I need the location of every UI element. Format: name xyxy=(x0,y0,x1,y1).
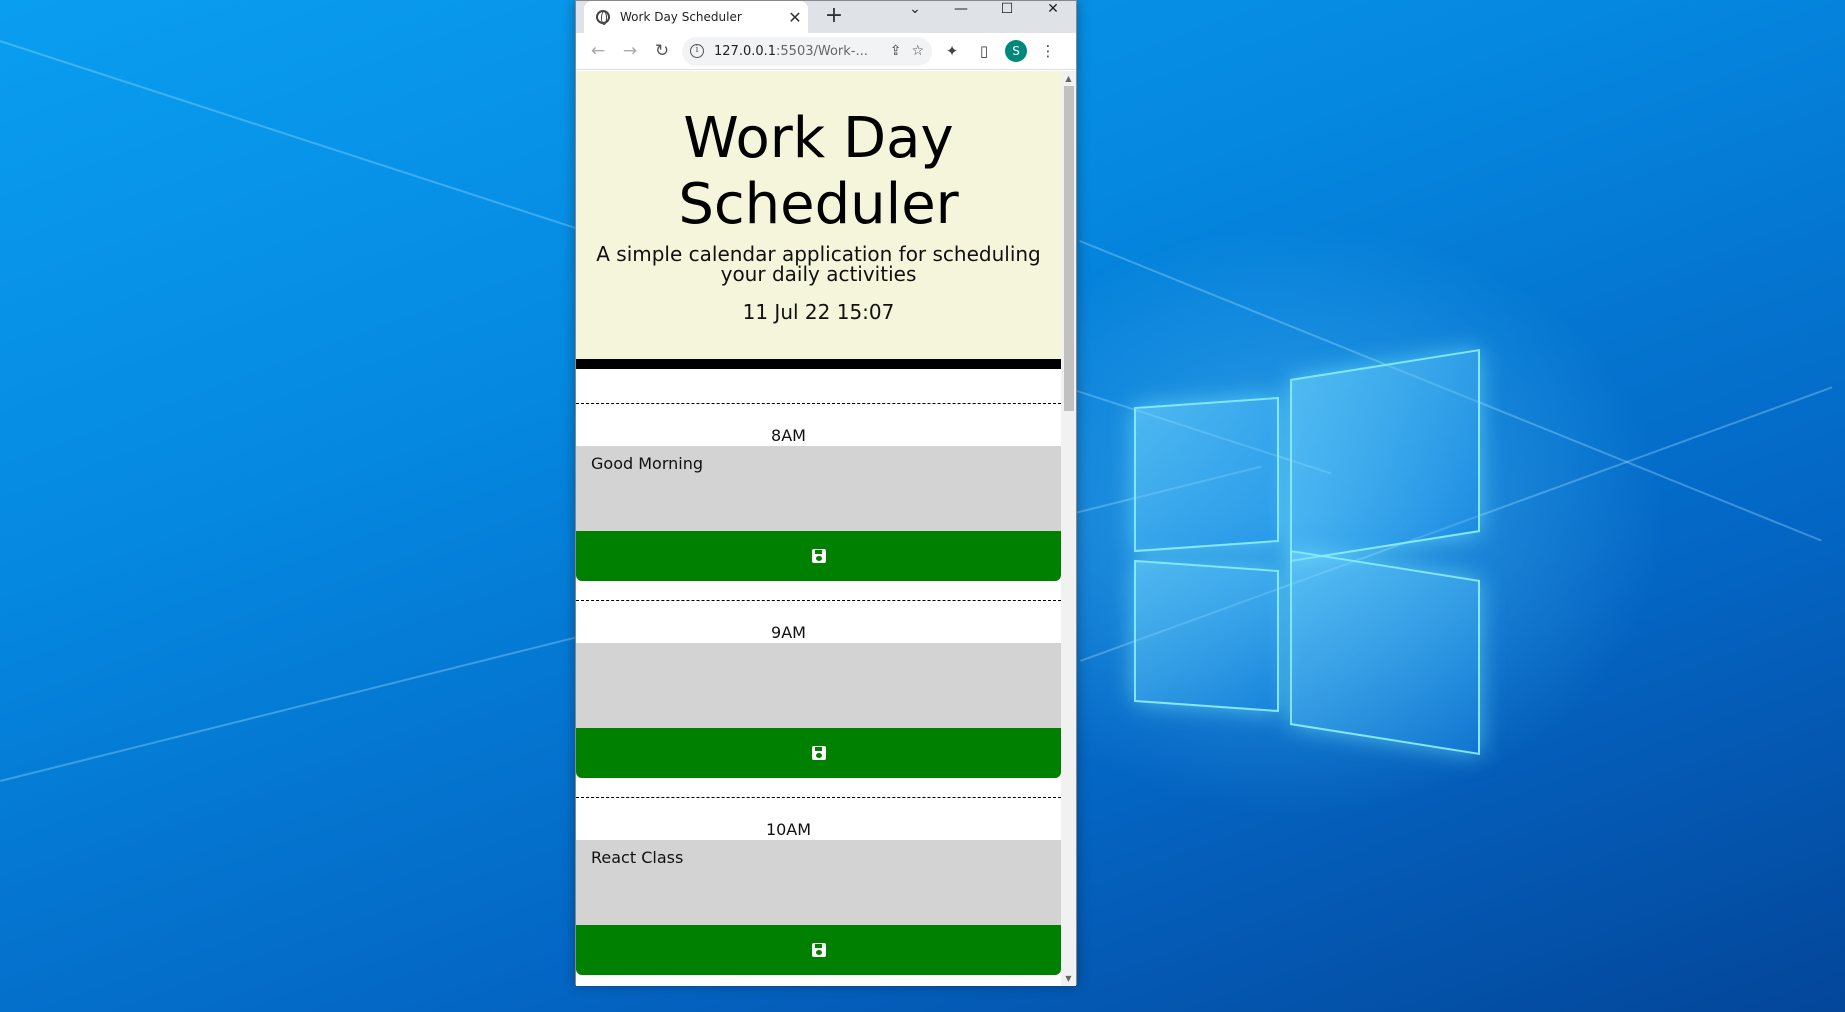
address-bar[interactable]: i 127.0.0.1:5503/Work-... ⇪ ☆ xyxy=(682,36,932,66)
tab-search-icon[interactable]: ⌄ xyxy=(892,1,938,33)
description-textarea[interactable] xyxy=(576,643,1061,728)
scroll-up-arrow[interactable]: ▲ xyxy=(1061,71,1076,86)
minimize-icon[interactable]: — xyxy=(938,1,984,33)
forward-icon[interactable]: → xyxy=(614,41,646,61)
save-icon xyxy=(811,746,826,760)
save-button[interactable] xyxy=(576,531,1061,581)
time-block-container: 8AM Good Morning 9AM 10AM React Class xyxy=(576,369,1061,986)
maximize-icon[interactable]: ☐ xyxy=(984,1,1030,33)
reload-icon[interactable]: ↻ xyxy=(646,41,678,61)
hour-label: 10AM xyxy=(765,820,812,839)
back-icon[interactable]: ← xyxy=(582,41,614,61)
description-textarea[interactable]: React Class xyxy=(576,840,1061,925)
url-host: 127.0.0.1 xyxy=(714,43,777,59)
save-button[interactable] xyxy=(576,728,1061,778)
time-block-9am: 9AM xyxy=(576,600,1061,797)
jumbotron-header: Work Day Scheduler A simple calendar app… xyxy=(576,71,1061,369)
save-icon xyxy=(811,943,826,957)
scroll-down-arrow[interactable]: ▼ xyxy=(1061,971,1076,986)
close-window-icon[interactable]: ✕ xyxy=(1030,1,1076,33)
url-text[interactable]: 127.0.0.1:5503/Work-... xyxy=(714,44,880,59)
vertical-scrollbar[interactable]: ▲ ▼ xyxy=(1061,71,1076,986)
profile-avatar[interactable]: S xyxy=(1005,40,1027,62)
extensions-icon[interactable]: ✦ xyxy=(936,42,968,60)
share-icon[interactable]: ⇪ xyxy=(890,43,902,59)
page-viewport: Work Day Scheduler A simple calendar app… xyxy=(576,71,1076,986)
hour-label: 9AM xyxy=(771,623,806,642)
tab-strip: Work Day Scheduler ✕ + ⌄ — ☐ ✕ xyxy=(576,1,1076,33)
windows-logo xyxy=(1130,348,1490,756)
browser-toolbar: ← → ↻ i 127.0.0.1:5503/Work-... ⇪ ☆ ✦ ▯ … xyxy=(576,33,1076,70)
description-textarea[interactable]: Good Morning xyxy=(576,446,1061,531)
tab-work-day-scheduler[interactable]: Work Day Scheduler ✕ xyxy=(584,1,808,33)
current-day: 11 Jul 22 15:07 xyxy=(742,300,895,324)
save-button[interactable] xyxy=(576,925,1061,975)
time-block-10am: 10AM React Class xyxy=(576,797,1061,986)
menu-icon[interactable]: ⋮ xyxy=(1032,42,1064,60)
window-controls: ⌄ — ☐ ✕ xyxy=(892,1,1076,33)
page-title: Work Day Scheduler xyxy=(678,106,959,237)
side-panel-icon[interactable]: ▯ xyxy=(968,42,1000,60)
close-tab-icon[interactable]: ✕ xyxy=(782,8,808,27)
star-icon[interactable]: ☆ xyxy=(911,43,924,59)
new-tab-button[interactable]: + xyxy=(820,3,848,28)
browser-window: Work Day Scheduler ✕ + ⌄ — ☐ ✕ ← → ↻ i 1… xyxy=(575,0,1077,986)
globe-icon xyxy=(596,10,610,25)
site-info-icon[interactable]: i xyxy=(690,44,704,58)
page-content: Work Day Scheduler A simple calendar app… xyxy=(576,71,1061,986)
url-path: :5503/Work-... xyxy=(776,43,868,59)
time-block-8am: 8AM Good Morning xyxy=(576,403,1061,600)
page-lead: A simple calendar application for schedu… xyxy=(596,242,1041,286)
save-icon xyxy=(811,549,826,563)
hour-label: 8AM xyxy=(771,426,806,445)
tab-title: Work Day Scheduler xyxy=(620,10,742,24)
scrollbar-thumb[interactable] xyxy=(1064,86,1074,411)
